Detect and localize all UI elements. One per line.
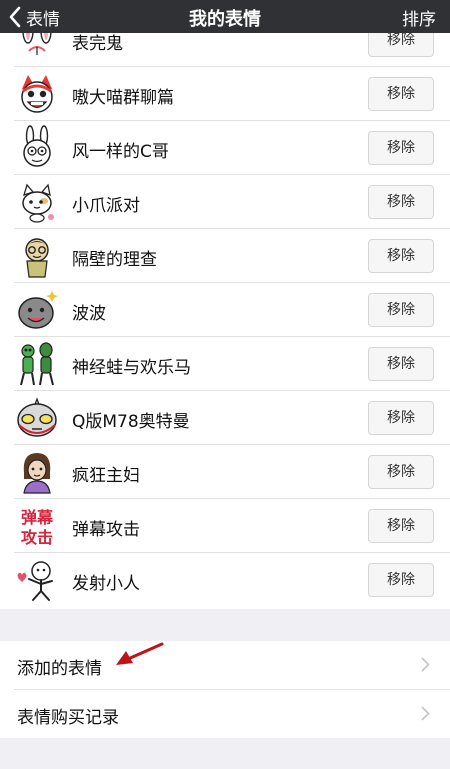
remove-button[interactable]: 移除 bbox=[368, 455, 434, 489]
stickman-sticker-icon bbox=[14, 557, 60, 603]
kitten-sticker-icon bbox=[14, 179, 60, 225]
rabbit-sticker-icon bbox=[14, 125, 60, 171]
sticker-name: Q版M78奥特曼 bbox=[72, 412, 190, 432]
sort-button[interactable]: 排序 bbox=[402, 5, 436, 30]
bobo-sticker-icon bbox=[14, 287, 60, 333]
purchase-history-label: 表情购买记录 bbox=[17, 708, 119, 728]
sticker-row: 波波 移除 bbox=[0, 283, 450, 337]
sticker-row: 发射小人 移除 bbox=[0, 553, 450, 607]
sticker-name: 风一样的C哥 bbox=[72, 142, 169, 162]
added-stickers-label: 添加的表情 bbox=[17, 659, 102, 679]
bunny-sticker-icon bbox=[14, 33, 60, 63]
sticker-row: 小爪派对 移除 bbox=[0, 175, 450, 229]
icon-text-line1: 弹幕 bbox=[21, 508, 54, 527]
frog-sticker-icon bbox=[14, 341, 60, 387]
remove-button[interactable]: 移除 bbox=[368, 239, 434, 273]
chevron-right-icon bbox=[421, 706, 430, 721]
sticker-row: 隔壁的理查 移除 bbox=[0, 229, 450, 283]
danmaku-sticker-icon: 弹幕 攻击 bbox=[14, 503, 60, 549]
remove-button[interactable]: 移除 bbox=[368, 509, 434, 543]
sticker-row: 风一样的C哥 移除 bbox=[0, 121, 450, 175]
sticker-name: 小爪派对 bbox=[72, 196, 140, 216]
sticker-row: 嗷大喵群聊篇 移除 bbox=[0, 67, 450, 121]
sticker-name: 波波 bbox=[72, 304, 106, 324]
remove-button[interactable]: 移除 bbox=[368, 293, 434, 327]
added-stickers-cell[interactable]: 添加的表情 bbox=[0, 641, 450, 689]
chevron-left-icon bbox=[9, 6, 21, 28]
sticker-row: 神经蛙与欢乐马 移除 bbox=[0, 337, 450, 391]
cat-sticker-icon bbox=[14, 71, 60, 117]
sticker-name: 表完鬼 bbox=[72, 34, 123, 54]
purchase-history-cell[interactable]: 表情购买记录 bbox=[0, 690, 450, 738]
remove-button[interactable]: 移除 bbox=[368, 77, 434, 111]
remove-button[interactable]: 移除 bbox=[368, 185, 434, 219]
sticker-menu-section: 添加的表情 表情购买记录 bbox=[0, 641, 450, 738]
chevron-right-icon bbox=[421, 657, 430, 672]
richard-sticker-icon bbox=[14, 233, 60, 279]
back-button[interactable]: 表情 bbox=[8, 4, 60, 30]
remove-button[interactable]: 移除 bbox=[368, 563, 434, 597]
annotation-arrow-icon bbox=[116, 642, 164, 665]
sticker-name: 疯狂主妇 bbox=[72, 466, 140, 486]
sticker-row: 弹幕 攻击 弹幕攻击 移除 bbox=[0, 499, 450, 553]
remove-button[interactable]: 移除 bbox=[368, 131, 434, 165]
sticker-name: 发射小人 bbox=[72, 574, 140, 594]
page-title: 我的表情 bbox=[189, 9, 261, 30]
sticker-list: 表完鬼 移除 嗷大喵群聊篇 移除 风一样的C哥 移除 小爪派对 移除 隔壁的理查… bbox=[0, 33, 450, 609]
remove-button[interactable]: 移除 bbox=[368, 347, 434, 381]
nav-bar: 表情 我的表情 排序 bbox=[0, 0, 450, 33]
sticker-name: 神经蛙与欢乐马 bbox=[72, 358, 191, 378]
remove-button[interactable]: 移除 bbox=[368, 401, 434, 435]
housewife-sticker-icon bbox=[14, 449, 60, 495]
sticker-name: 隔壁的理查 bbox=[72, 250, 157, 270]
back-label: 表情 bbox=[26, 9, 60, 30]
sticker-row: Q版M78奥特曼 移除 bbox=[0, 391, 450, 445]
sticker-row: 表完鬼 移除 bbox=[0, 33, 450, 67]
sticker-name: 嗷大喵群聊篇 bbox=[72, 88, 174, 108]
remove-button[interactable]: 移除 bbox=[368, 33, 434, 57]
icon-text-line2: 攻击 bbox=[21, 528, 53, 547]
sticker-row: 疯狂主妇 移除 bbox=[0, 445, 450, 499]
sticker-name: 弹幕攻击 bbox=[72, 520, 140, 540]
ultraman-sticker-icon bbox=[14, 395, 60, 441]
